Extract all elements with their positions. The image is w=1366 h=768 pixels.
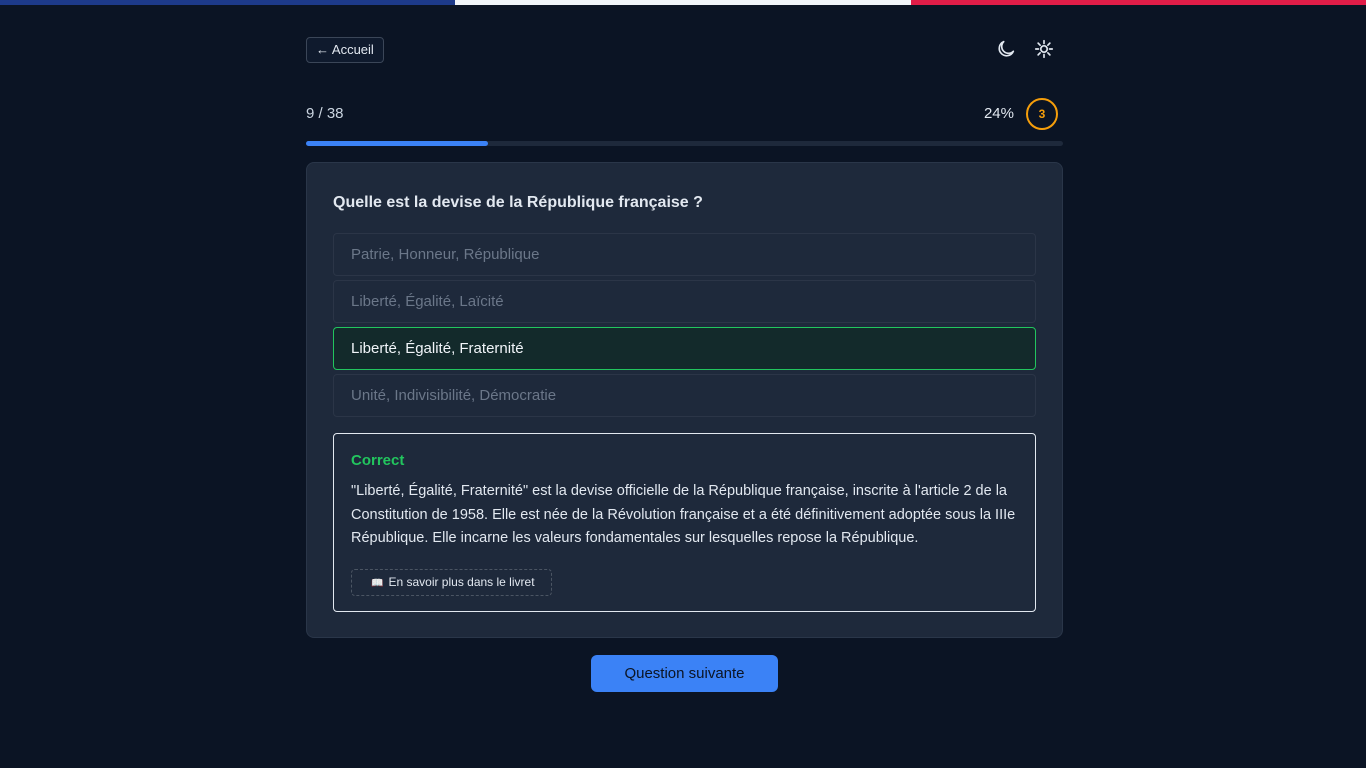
- moon-icon[interactable]: [995, 38, 1017, 60]
- flag-red-stripe: [910, 0, 1366, 5]
- flag-white-stripe: [455, 0, 911, 5]
- streak-badge: 3: [1026, 98, 1058, 130]
- progress-percent: 24%: [983, 105, 1014, 122]
- feedback-title: Correct: [351, 452, 405, 469]
- progress-bar-fill: [306, 141, 488, 146]
- question-counter: 9 / 38: [306, 105, 344, 122]
- answer-option[interactable]: Liberté, Égalité, Laïcité: [333, 280, 1036, 323]
- back-home-button[interactable]: ← Accueil: [306, 37, 384, 63]
- learn-more-label: En savoir plus dans le livret: [388, 574, 535, 589]
- feedback-explanation: "Liberté, Égalité, Fraternité" est la de…: [351, 483, 1016, 546]
- question-text: Quelle est la devise de la République fr…: [333, 194, 703, 211]
- answer-option[interactable]: Unité, Indivisibilité, Démocratie: [333, 374, 1036, 417]
- question-card: Quelle est la devise de la République fr…: [306, 162, 1063, 638]
- flag-blue-stripe: [0, 0, 456, 5]
- answer-options: Patrie, Honneur, République Liberté, Éga…: [333, 233, 1036, 421]
- book-icon: 📖: [371, 577, 384, 589]
- next-question-button[interactable]: Question suivante: [591, 655, 778, 692]
- answer-option[interactable]: Patrie, Honneur, République: [333, 233, 1036, 276]
- learn-more-button[interactable]: 📖 En savoir plus dans le livret: [351, 568, 552, 596]
- progress-bar: [306, 141, 1063, 146]
- french-flag-bar: [0, 0, 1366, 5]
- answer-option[interactable]: Liberté, Égalité, Fraternité: [333, 327, 1036, 370]
- sun-icon[interactable]: [1033, 38, 1055, 60]
- top-bar: ← Accueil: [306, 37, 1063, 63]
- progress-row: 9 / 38 24% 3: [306, 98, 1063, 130]
- feedback-panel: Correct "Liberté, Égalité, Fraternité" e…: [333, 433, 1036, 612]
